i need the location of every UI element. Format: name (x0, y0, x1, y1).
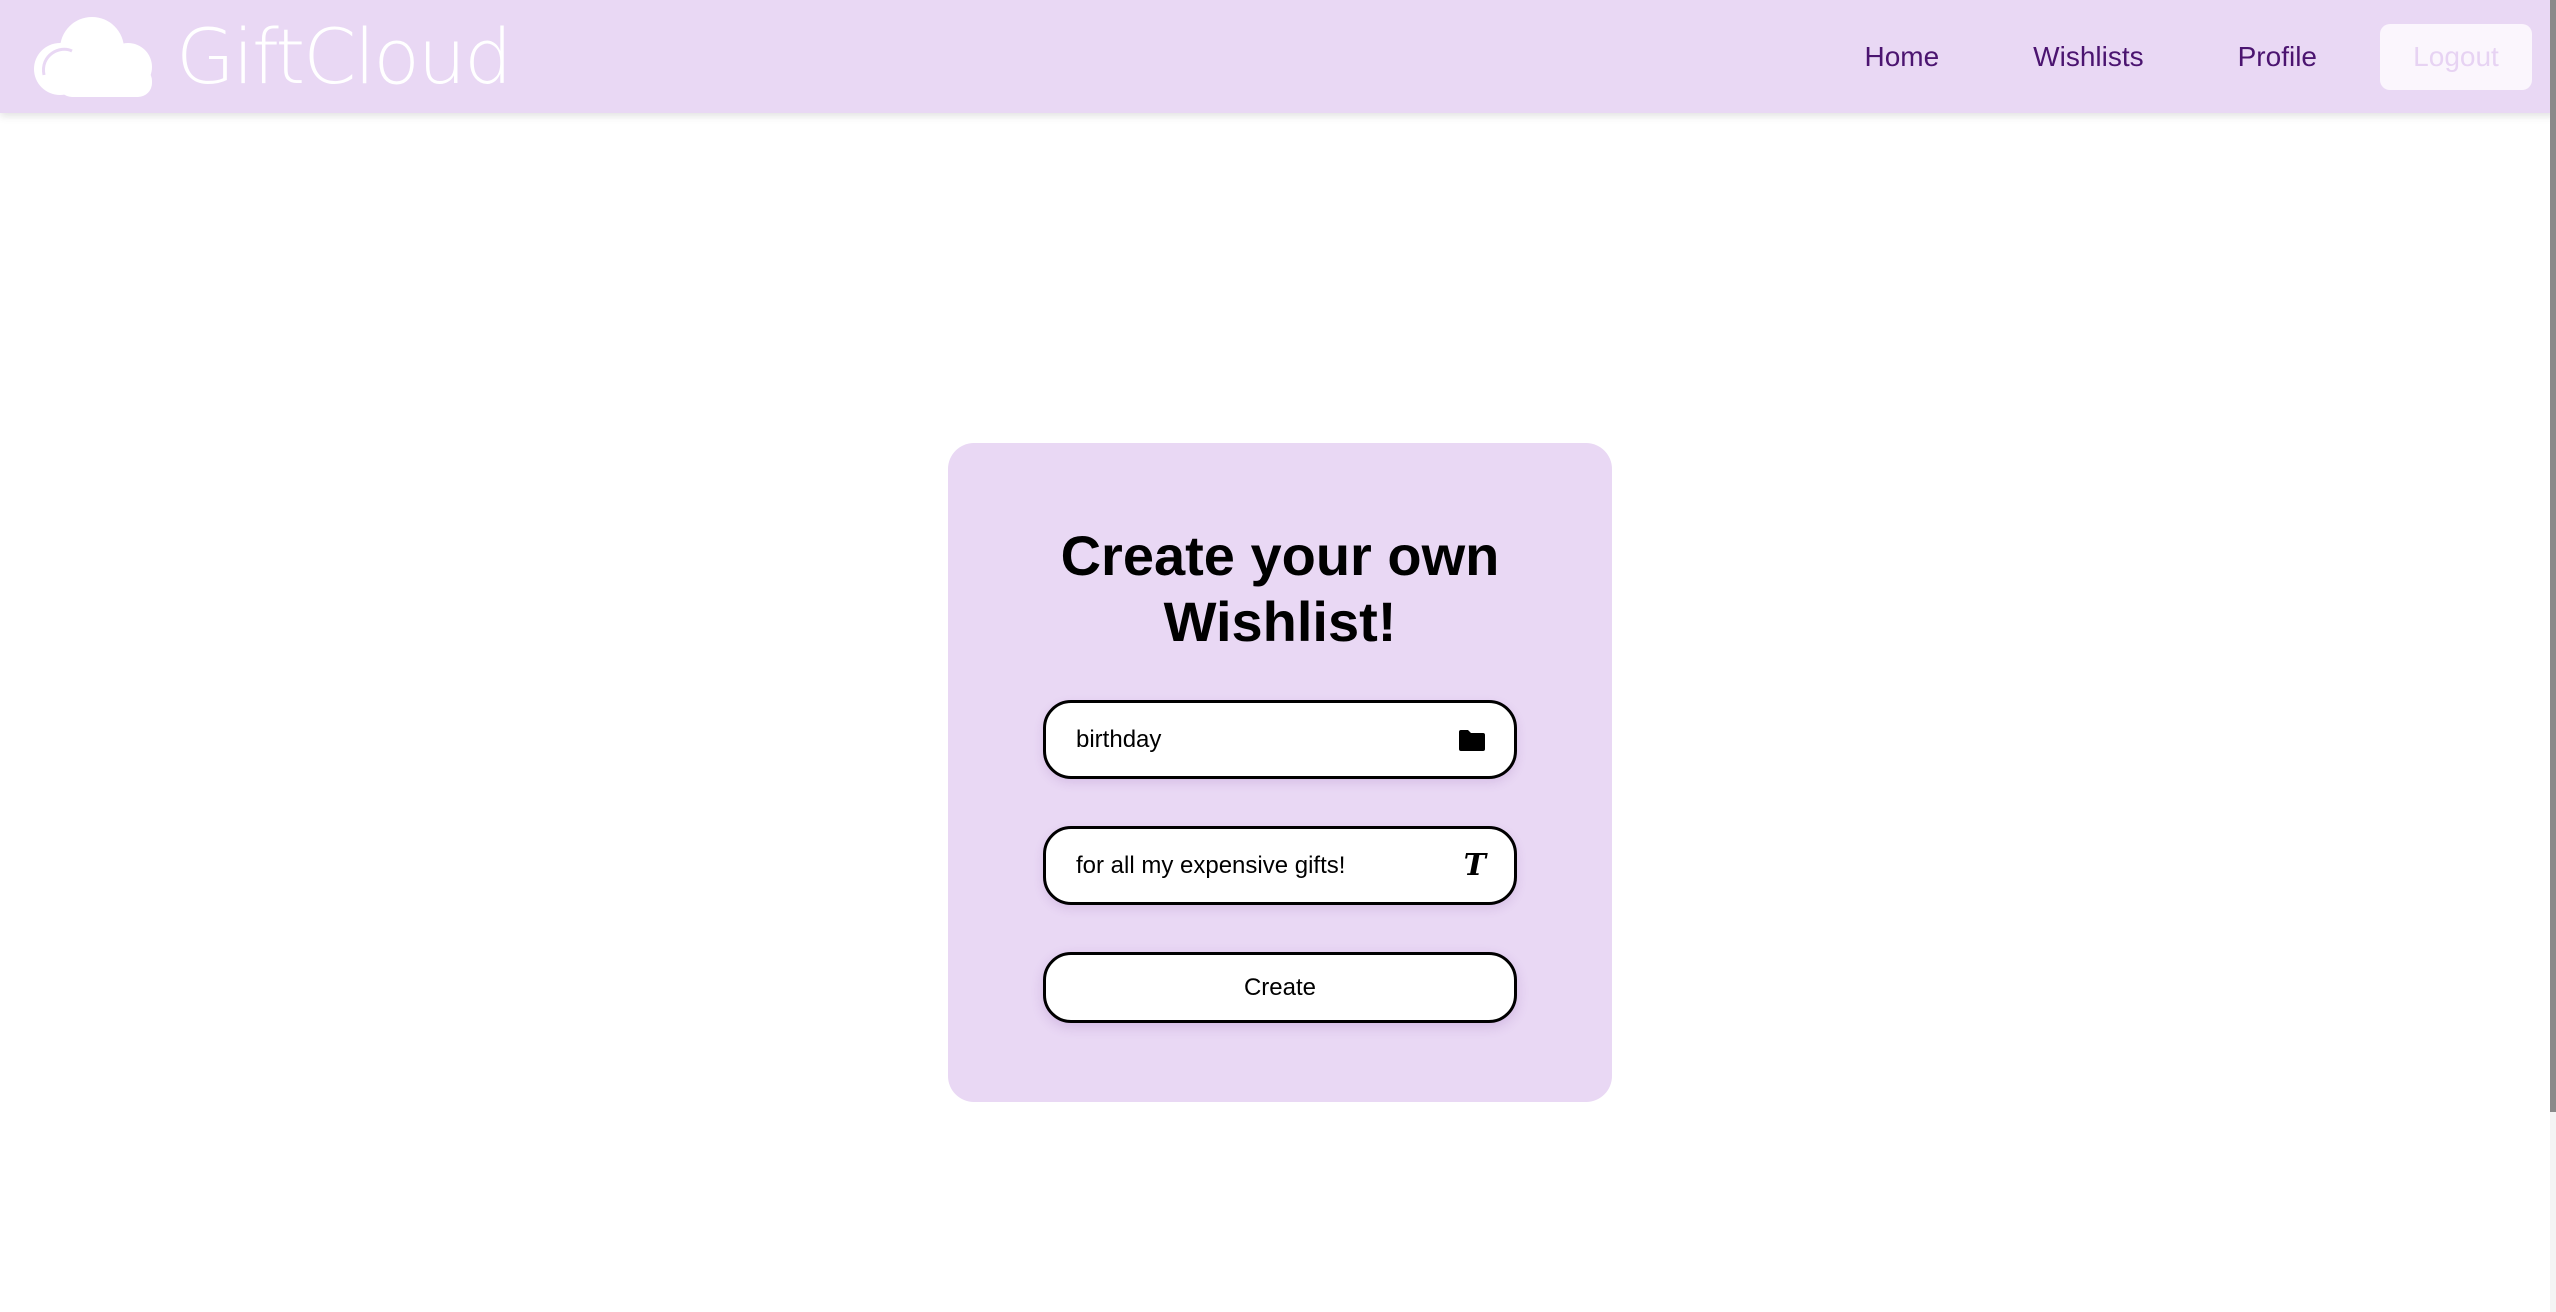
text-icon: T (1463, 847, 1486, 883)
create-wishlist-card: Create your own Wishlist! T Create (948, 443, 1612, 1102)
cloud-icon (30, 15, 162, 99)
nav-link-home[interactable]: Home (1864, 41, 1939, 73)
navbar: GiftCloud Home Wishlists Profile Logout (0, 0, 2556, 113)
nav-link-wishlists[interactable]: Wishlists (2033, 41, 2143, 73)
logout-button[interactable]: Logout (2380, 23, 2532, 90)
scrollbar-thumb[interactable] (2550, 0, 2556, 1112)
card-title: Create your own Wishlist! (1060, 524, 1500, 653)
wishlist-name-input[interactable] (1076, 703, 1436, 776)
brand[interactable]: GiftCloud (30, 12, 512, 102)
wishlist-description-field[interactable]: T (1043, 826, 1517, 905)
folder-icon (1458, 703, 1486, 776)
wishlist-name-field[interactable] (1043, 700, 1517, 779)
page: GiftCloud Home Wishlists Profile Logout … (0, 0, 2556, 1312)
brand-name: GiftCloud (176, 12, 512, 101)
nav-link-profile[interactable]: Profile (2238, 41, 2317, 73)
nav-links: Home Wishlists Profile Logout (1864, 0, 2556, 113)
wishlist-description-input[interactable] (1076, 829, 1436, 902)
create-button[interactable]: Create (1043, 952, 1517, 1023)
